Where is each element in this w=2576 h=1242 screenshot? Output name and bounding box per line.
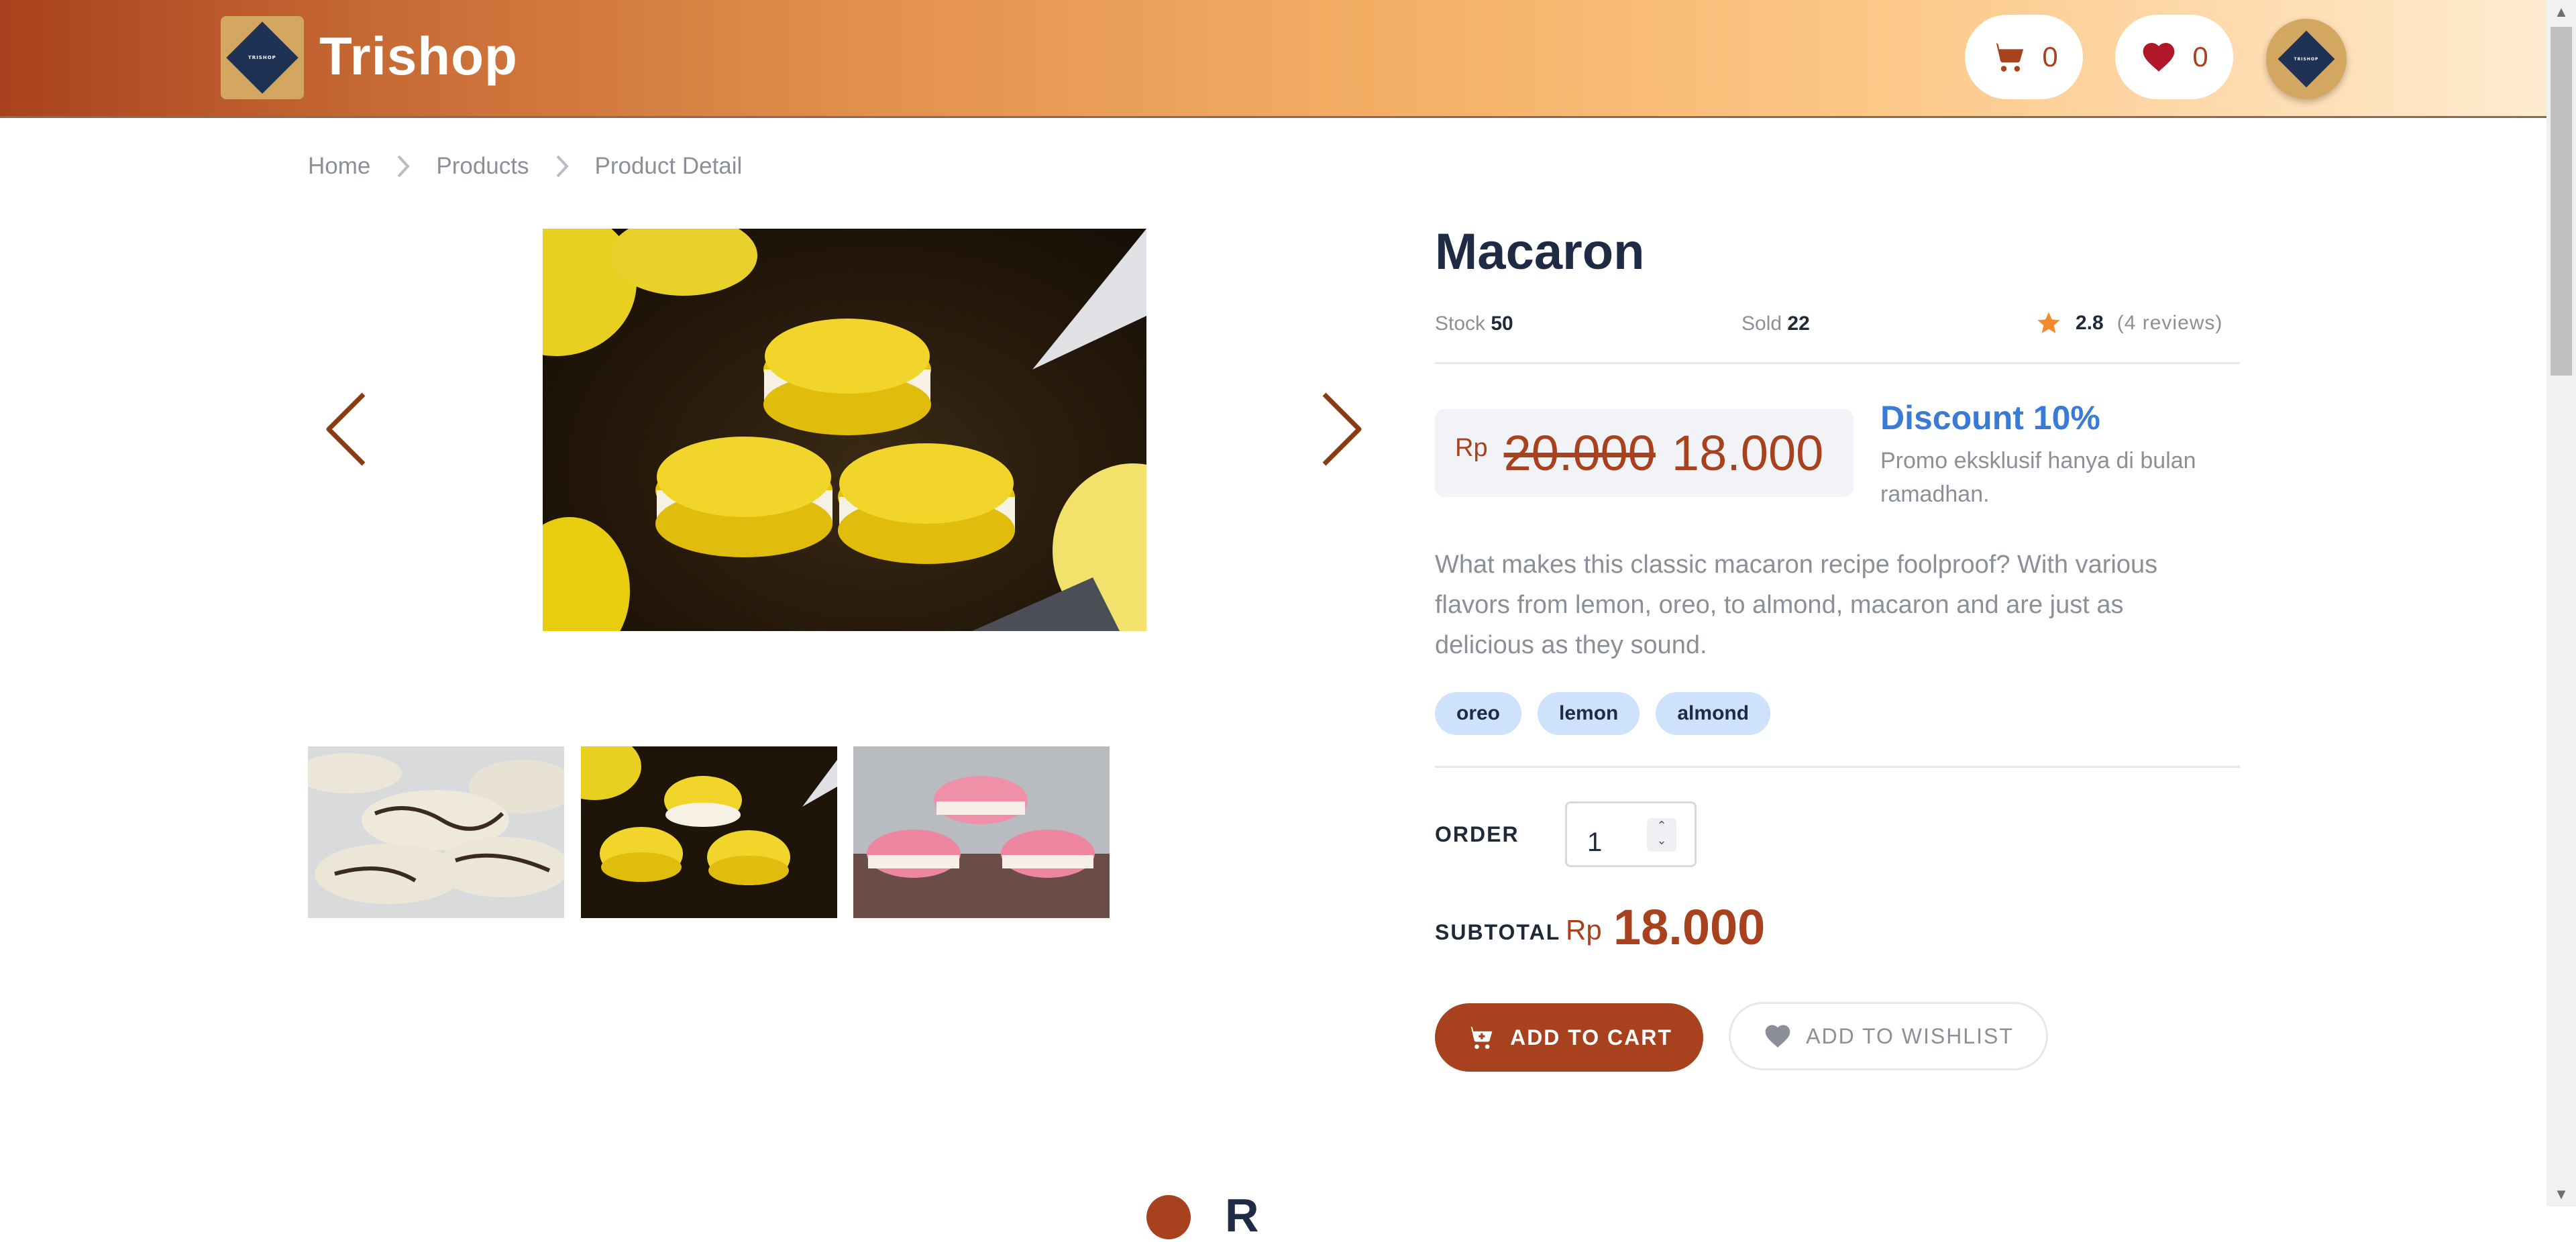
product-rating[interactable]: 2.8 (4 reviews) <box>2035 310 2222 337</box>
top-navbar: TRISHOP Trishop 0 0 TRISHOP <box>0 0 2546 118</box>
divider <box>1435 766 2240 768</box>
quantity-stepper[interactable]: ⌃ ⌄ <box>1647 818 1676 852</box>
sold-info: Sold 22 <box>1741 313 1810 335</box>
subtotal-currency: Rp <box>1566 914 1602 946</box>
breadcrumb-home[interactable]: Home <box>308 153 370 180</box>
tag-almond[interactable]: almond <box>1656 692 1771 735</box>
product-title: Macaron <box>1435 223 1645 280</box>
brand-name[interactable]: Trishop <box>319 25 518 87</box>
stock-info: Stock 50 <box>1435 313 1513 335</box>
user-avatar[interactable]: TRISHOP <box>2266 19 2347 99</box>
wishlist-button[interactable]: 0 <box>2115 15 2233 99</box>
discount-description: Promo eksklusif hanya di bulan ramadhan. <box>1880 448 2196 507</box>
product-description: What makes this classic macaron recipe f… <box>1435 551 2158 659</box>
section-bullet-icon <box>1146 1195 1191 1239</box>
stepper-down-icon[interactable]: ⌄ <box>1647 833 1676 848</box>
cart-count: 0 <box>2042 41 2058 72</box>
wishlist-count: 0 <box>2192 41 2208 72</box>
review-count[interactable]: (4 reviews) <box>2117 312 2223 335</box>
quantity-input[interactable] <box>1565 801 1697 867</box>
subtotal-label: SUBTOTAL <box>1435 920 1561 944</box>
thumbnail-almond[interactable] <box>853 746 1110 918</box>
heart-icon <box>2143 43 2175 72</box>
cart-plus-icon <box>1466 1026 1493 1050</box>
chevron-right-icon <box>394 153 412 180</box>
breadcrumb-current: Product Detail <box>594 153 743 179</box>
chevron-right-icon <box>553 153 571 180</box>
tag-oreo[interactable]: oreo <box>1435 692 1522 735</box>
discounted-price: 18.000 <box>1671 425 1824 481</box>
heart-icon <box>1765 1025 1790 1048</box>
page-scrollbar[interactable]: ▲ ▼ <box>2546 0 2576 1206</box>
next-section-heading: R <box>1225 1189 1259 1241</box>
add-to-cart-label: ADD TO CART <box>1510 1025 1672 1050</box>
scrollbar-thumb[interactable] <box>2551 27 2572 376</box>
carousel-prev-button[interactable] <box>322 389 369 469</box>
stock-value: 50 <box>1491 313 1513 335</box>
star-icon <box>2037 312 2060 333</box>
price-box: Rp 20.000 18.000 <box>1435 409 1854 497</box>
breadcrumb-products[interactable]: Products <box>436 153 529 180</box>
stock-label: Stock <box>1435 313 1486 335</box>
brand-logo[interactable]: TRISHOP <box>221 16 304 99</box>
discount-title: Discount 10% <box>1880 399 2100 437</box>
scroll-down-icon[interactable]: ▼ <box>2546 1182 2576 1206</box>
scroll-up-icon[interactable]: ▲ <box>2546 0 2576 24</box>
sold-label: Sold <box>1741 313 1782 335</box>
original-price: 20.000 <box>1503 425 1656 481</box>
breadcrumb: Home Products Product Detail <box>308 153 742 180</box>
add-to-wishlist-label: ADD TO WISHLIST <box>1806 1023 2014 1048</box>
rating-score: 2.8 <box>2076 312 2104 334</box>
thumbnail-oreo[interactable] <box>308 746 564 918</box>
tag-list: oreo lemon almond <box>1435 692 1771 735</box>
product-main-image <box>543 229 1146 631</box>
add-to-cart-button[interactable]: ADD TO CART <box>1435 1003 1703 1072</box>
avatar-logo-icon: TRISHOP <box>2277 30 2335 88</box>
thumbnail-lemon[interactable] <box>581 746 837 918</box>
add-to-wishlist-button[interactable]: ADD TO WISHLIST <box>1729 1002 2048 1070</box>
price-currency: Rp <box>1455 434 1488 462</box>
logo-diamond-icon: TRISHOP <box>226 21 299 94</box>
order-label: ORDER <box>1435 822 1519 846</box>
cart-icon <box>1991 43 2024 72</box>
cart-button[interactable]: 0 <box>1965 15 2083 99</box>
stepper-up-icon[interactable]: ⌃ <box>1647 818 1676 833</box>
subtotal-value: 18.000 <box>1613 899 1766 955</box>
sold-value: 22 <box>1787 313 1810 335</box>
tag-lemon[interactable]: lemon <box>1538 692 1640 735</box>
divider <box>1435 362 2240 364</box>
carousel-next-button[interactable] <box>1319 389 1366 469</box>
